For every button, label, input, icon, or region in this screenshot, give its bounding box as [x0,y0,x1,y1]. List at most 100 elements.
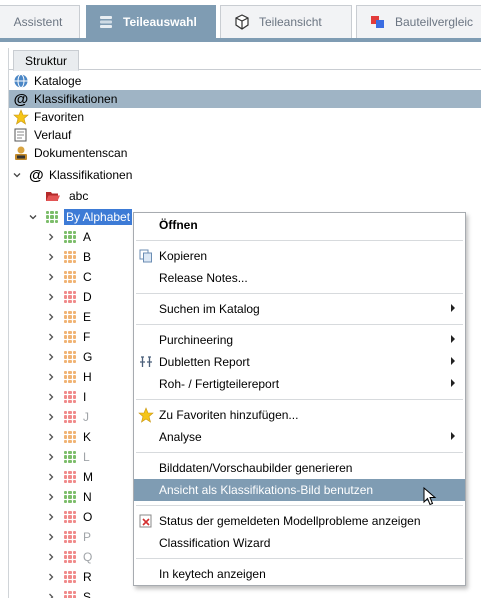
tree-node-label: F [83,330,91,344]
chevron-right-icon[interactable] [45,371,57,383]
chevron-right-icon[interactable] [45,551,57,563]
chevron-right-icon[interactable] [45,271,57,283]
grid-icon [63,410,77,424]
chevron-right-icon[interactable] [45,531,57,543]
tree-node-letter[interactable]: I [45,387,86,407]
menu-item-label: Analyse [159,430,202,444]
tree-node-klassifikationen[interactable]: @ Klassifikationen [11,165,132,185]
tree-node-letter[interactable]: P [45,527,91,547]
tree-node-letter[interactable]: E [45,307,91,327]
menu-item-roh-fertigteilereport[interactable]: Roh- / Fertigteilereport [134,373,465,395]
chevron-down-icon[interactable] [27,211,39,223]
nav-item-klassifikationen[interactable]: @ Klassifikationen [9,90,481,108]
chevron-right-icon[interactable] [45,431,57,443]
tree-node-letter[interactable]: A [45,227,91,247]
tab-bauteilvergleich[interactable]: Bauteilvergleic [356,5,481,38]
chevron-right-icon[interactable] [45,451,57,463]
nav-item-kataloge[interactable]: Kataloge [9,72,481,90]
subtab-bar: Struktur [9,48,481,71]
tree-node-label: R [83,570,92,584]
submenu-arrow-icon [451,379,455,387]
chevron-right-icon[interactable] [45,411,57,423]
tree-node-letter[interactable]: Q [45,547,92,567]
menu-item-label: Öffnen [159,218,198,232]
menu-separator [136,558,463,559]
chevron-right-icon[interactable] [45,511,57,523]
tree-node-label: By Alphabet [64,209,133,225]
grid-icon [63,250,77,264]
chevron-right-icon[interactable] [45,251,57,263]
chevron-right-icon[interactable] [45,331,57,343]
tree-node-by-alphabet[interactable]: By Alphabet [27,207,133,227]
tab-label: Assistent [13,15,63,29]
menu-item-suchen-im-katalog[interactable]: Suchen im Katalog [134,298,465,320]
nav-item-dokumentenscan[interactable]: Dokumentenscan [9,144,481,162]
menu-separator [136,293,463,294]
tree-node-label: N [83,490,92,504]
tree-node-letter[interactable]: O [45,507,92,527]
grid-icon [63,450,77,464]
chevron-right-icon[interactable] [45,591,57,598]
tab-label: Teileauswahl [123,15,197,29]
tree-node-letter[interactable]: B [45,247,91,267]
submenu-arrow-icon [451,335,455,343]
chevron-right-icon[interactable] [45,351,57,363]
chevron-right-icon[interactable] [45,491,57,503]
tab-assistent[interactable]: Assistent [0,5,80,38]
chevron-right-icon[interactable] [45,391,57,403]
menu-item-ansicht-als-klassifikations-bild[interactable]: Ansicht als Klassifikations-Bild benutze… [134,479,465,501]
tree-node-abc[interactable]: abc [45,186,88,206]
tree-node-letter[interactable]: M [45,467,93,487]
menu-separator [136,399,463,400]
grid-icon [45,210,59,224]
tree-node-letter[interactable]: K [45,427,91,447]
nav-item-verlauf[interactable]: Verlauf [9,126,481,144]
menu-item-zu-favoriten[interactable]: Zu Favoriten hinzufügen... [134,404,465,426]
menu-item-classification-wizard[interactable]: Classification Wizard [134,532,465,554]
tree-node-letter[interactable]: J [45,407,89,427]
copy-icon [138,248,154,264]
menu-item-label: Status der gemeldeten Modellprobleme anz… [159,514,421,528]
tree-node-letter[interactable]: R [45,567,92,587]
menu-item-in-keytech-anzeigen[interactable]: In keytech anzeigen [134,563,465,585]
chevron-down-icon[interactable] [11,169,23,181]
menu-item-release-notes[interactable]: Release Notes... [134,267,465,289]
grid-icon [63,550,77,564]
tree-node-label: L [83,450,90,464]
parts-stack-icon [97,13,115,31]
grid-icon [63,390,77,404]
menu-item-status-modellprobleme[interactable]: Status der gemeldeten Modellprobleme anz… [134,510,465,532]
menu-separator [136,324,463,325]
menu-item-label: Ansicht als Klassifikations-Bild benutze… [159,483,374,497]
menu-item-kopieren[interactable]: Kopieren [134,245,465,267]
tab-teileauswahl[interactable]: Teileauswahl [86,5,216,38]
menu-item-bilddaten-generieren[interactable]: Bilddaten/Vorschaubilder generieren [134,457,465,479]
tree-node-label: abc [69,189,89,203]
chevron-right-icon[interactable] [45,471,57,483]
menu-item-dubletten-report[interactable]: Dubletten Report [134,351,465,373]
grid-icon [63,330,77,344]
tree-node-letter[interactable]: G [45,347,92,367]
tree-node-label: I [83,390,87,404]
tree-node-letter[interactable]: L [45,447,90,467]
nav-item-label: Verlauf [34,128,72,142]
chevron-right-icon[interactable] [45,291,57,303]
grid-icon [63,290,77,304]
tree-node-letter[interactable]: F [45,327,90,347]
tab-teileansicht[interactable]: Teileansicht [220,5,352,38]
tree-node-letter[interactable]: H [45,367,92,387]
tree-node-letter[interactable]: C [45,267,92,287]
menu-item-oeffnen[interactable]: Öffnen [134,214,465,236]
menu-item-analyse[interactable]: Analyse [134,426,465,448]
subtab-struktur[interactable]: Struktur [13,50,79,71]
tree-node-label: P [83,530,92,544]
menu-item-purchineering[interactable]: Purchineering [134,329,465,351]
star-icon [138,407,154,423]
nav-item-favoriten[interactable]: Favoriten [9,108,481,126]
tree-node-letter[interactable]: N [45,487,92,507]
chevron-right-icon[interactable] [45,571,57,583]
chevron-right-icon[interactable] [45,231,57,243]
chevron-right-icon[interactable] [45,311,57,323]
tree-node-letter[interactable]: S [45,587,91,598]
tree-node-letter[interactable]: D [45,287,92,307]
